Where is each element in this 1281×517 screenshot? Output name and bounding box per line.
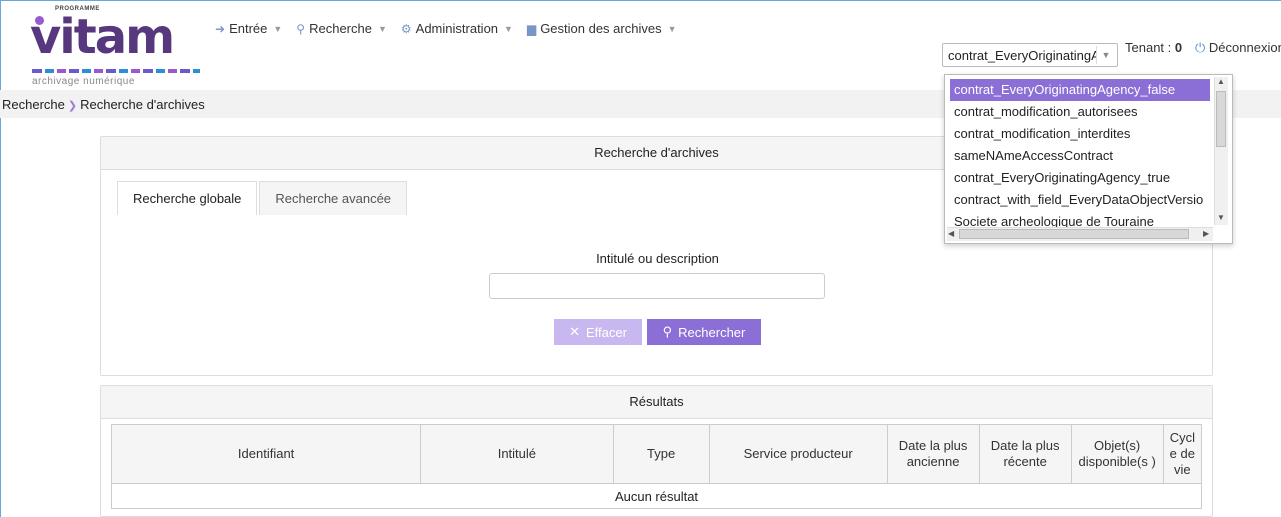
breadcrumb: Recherche ❯ Recherche d'archives	[2, 97, 205, 112]
horizontal-scroll-thumb[interactable]	[959, 229, 1189, 239]
vertical-scroll-thumb[interactable]	[1216, 91, 1226, 147]
dropdown-option[interactable]: contrat_EveryOriginatingAgency_true	[950, 167, 1210, 189]
logo-dot	[35, 16, 44, 25]
main-nav: ➜ Entrée ▼ ⚲ Recherche ▼ ⚙ Administratio…	[215, 21, 677, 36]
nav-entree[interactable]: ➜ Entrée ▼	[215, 21, 282, 36]
chevron-down-icon[interactable]: ▼	[1096, 46, 1115, 64]
scroll-right-icon[interactable]: ▶	[1203, 229, 1209, 238]
logo-subtitle: archivage numérique	[32, 76, 135, 87]
column-header-cycle-de-vie[interactable]: Cycl e de vie	[1162, 424, 1203, 484]
column-header-objets-disponibles[interactable]: Objet(s) disponible(s )	[1070, 424, 1164, 484]
column-header-identifiant[interactable]: Identifiant	[110, 424, 422, 484]
tenant-value: 0	[1174, 40, 1183, 55]
clear-button[interactable]: ✕ Effacer	[554, 319, 642, 345]
logo-wordmark: vitam	[30, 9, 175, 65]
window-border-left	[0, 0, 1, 517]
access-contract-dropdown[interactable]: contrat_EveryOriginatingAgency_false con…	[944, 74, 1233, 244]
caret-down-icon: ▼	[504, 23, 513, 34]
search-icon: ⚲	[296, 21, 306, 36]
tab-recherche-avancee[interactable]: Recherche avancée	[259, 181, 408, 215]
window-border-top	[0, 0, 1281, 1]
logout-label: Déconnexion	[1208, 40, 1281, 55]
dropdown-option[interactable]: contrat_modification_interdites	[950, 123, 1210, 145]
power-icon: ⏻	[1195, 40, 1206, 55]
caret-down-icon: ▼	[273, 23, 283, 34]
nav-gestion-archives-label: Gestion des archives	[540, 21, 662, 36]
column-header-date-ancienne[interactable]: Date la plus ancienne	[886, 424, 980, 484]
description-field-label: Intitulé ou description	[596, 251, 719, 266]
breadcrumb-root[interactable]: Recherche	[2, 97, 65, 112]
description-input[interactable]	[489, 273, 825, 299]
table-row: Aucun résultat	[111, 483, 1202, 509]
column-header-service-producteur[interactable]: Service producteur	[708, 424, 888, 484]
dropdown-option[interactable]: contrat_modification_autorisees	[950, 101, 1210, 123]
dropdown-option[interactable]: contrat_EveryOriginatingAgency_false	[950, 79, 1210, 101]
search-button[interactable]: ⚲ Rechercher	[647, 319, 761, 345]
nav-administration-label: Administration	[415, 21, 499, 36]
results-panel-title: Résultats	[101, 386, 1212, 419]
search-tabs: Recherche globale Recherche avancée	[117, 181, 409, 215]
breadcrumb-current: Recherche d'archives	[80, 97, 205, 112]
nav-recherche[interactable]: ⚲ Recherche ▼	[296, 21, 387, 36]
logo-dash-bar	[32, 69, 200, 73]
clear-button-label: Effacer	[585, 324, 627, 340]
logout-link[interactable]: ⏻ Déconnexion	[1195, 40, 1281, 56]
tenant-indicator: Tenant : 0	[1125, 40, 1182, 55]
table-header-row: Identifiant Intitulé Type Service produc…	[110, 424, 1203, 484]
scroll-left-icon[interactable]: ◀	[948, 229, 954, 238]
scroll-up-icon[interactable]: ▲	[1217, 77, 1225, 86]
access-contract-select[interactable]: contrat_EveryOriginatingAgency_false ▼	[942, 43, 1118, 67]
access-contract-value: contrat_EveryOriginatingAgency_false	[948, 48, 1096, 63]
chart-icon: ▆	[526, 21, 537, 36]
nav-gestion-archives[interactable]: ▆ Gestion des archives ▼	[527, 21, 677, 36]
login-icon: ➜	[215, 21, 226, 36]
dropdown-horizontal-scrollbar[interactable]: ◀ ▶	[947, 227, 1213, 241]
column-header-intitule[interactable]: Intitulé	[420, 424, 614, 484]
empty-results-message: Aucun résultat	[111, 483, 1202, 509]
close-icon: ✕	[569, 324, 580, 339]
nav-entree-label: Entrée	[229, 21, 268, 36]
dropdown-vertical-scrollbar[interactable]: ▲ ▼	[1214, 77, 1228, 225]
search-icon: ⚲	[662, 324, 673, 339]
dropdown-option[interactable]: contract_with_field_EveryDataObjectVersi…	[950, 189, 1210, 211]
results-table: Identifiant Intitulé Type Service produc…	[110, 424, 1203, 509]
dropdown-option[interactable]: sameNAmeAccessContract	[950, 145, 1210, 167]
caret-down-icon: ▼	[667, 23, 677, 34]
scroll-down-icon[interactable]: ▼	[1217, 213, 1225, 222]
tenant-label: Tenant :	[1125, 40, 1172, 55]
column-header-type[interactable]: Type	[612, 424, 710, 484]
column-header-date-recente[interactable]: Date la plus récente	[978, 424, 1072, 484]
nav-recherche-label: Recherche	[309, 21, 372, 36]
tab-recherche-globale[interactable]: Recherche globale	[117, 181, 258, 215]
vitam-logo[interactable]: PROGRAMME vitam archivage numérique	[10, 6, 210, 90]
gears-icon: ⚙	[400, 21, 412, 36]
chevron-right-icon: ❯	[67, 100, 78, 112]
search-button-label: Rechercher	[678, 324, 746, 340]
results-panel: Résultats Identifiant Intitulé Type Serv…	[100, 385, 1213, 517]
nav-administration[interactable]: ⚙ Administration ▼	[401, 21, 513, 36]
caret-down-icon: ▼	[377, 23, 387, 34]
